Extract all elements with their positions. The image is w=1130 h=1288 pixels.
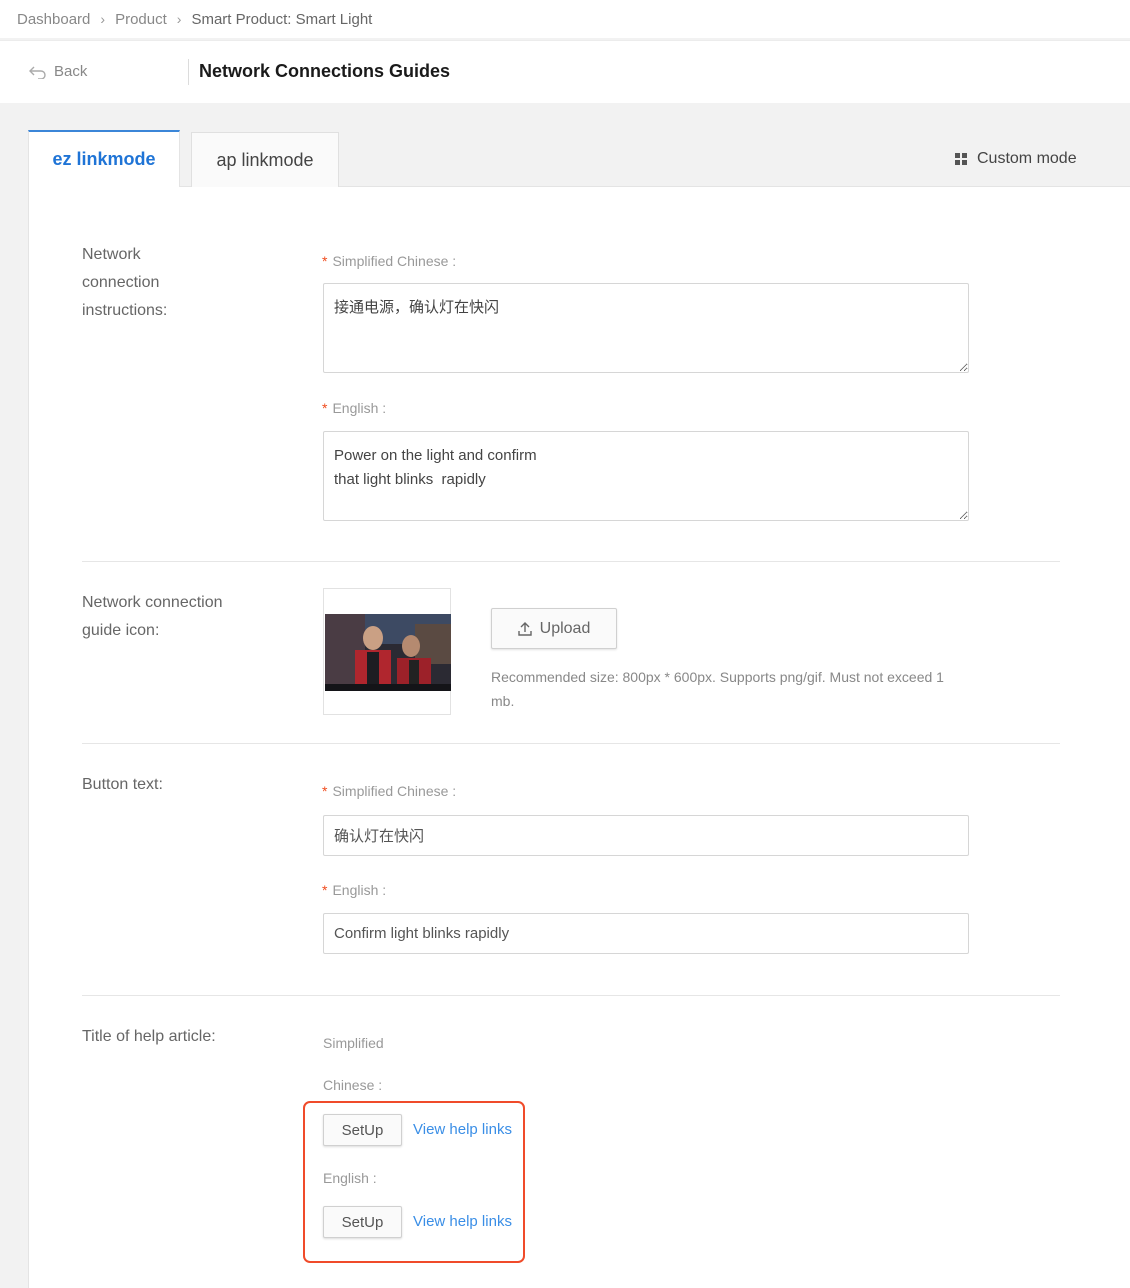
custom-mode-button[interactable]: Custom mode xyxy=(955,150,1077,168)
tab-ez-linkmode[interactable]: ez linkmode xyxy=(28,130,180,187)
breadcrumb-product[interactable]: Product xyxy=(115,11,167,28)
upload-label: Upload xyxy=(539,619,591,637)
page-title: Network Connections Guides xyxy=(199,61,451,81)
button-text-en-label-text: English : xyxy=(332,882,387,898)
button-text-zh-label: * Simplified Chinese : xyxy=(322,783,456,799)
help-en-label: English : xyxy=(323,1170,377,1186)
instructions-zh-label: * Simplified Chinese : xyxy=(322,253,456,269)
header-divider xyxy=(188,59,189,85)
view-help-links-zh[interactable]: View help links xyxy=(413,1121,512,1138)
chevron-right-icon: › xyxy=(100,11,106,27)
upload-icon xyxy=(517,622,532,636)
grid-icon xyxy=(955,152,967,165)
instructions-en-label-text: English : xyxy=(332,400,387,416)
instructions-en-label: * English : xyxy=(322,400,386,416)
chevron-right-icon: › xyxy=(176,11,182,27)
back-button[interactable]: Back xyxy=(28,63,87,80)
page-header: Back Network Connections Guides xyxy=(0,40,1130,103)
custom-mode-label: Custom mode xyxy=(977,150,1077,167)
button-text-en-label: * English : xyxy=(322,882,386,898)
section-divider xyxy=(82,743,1060,744)
upload-hint: Recommended size: 800px * 600px. Support… xyxy=(491,669,944,709)
guide-icon-thumbnail xyxy=(323,588,451,715)
breadcrumb-current: Smart Product: Smart Light xyxy=(191,10,373,28)
setup-button-zh[interactable]: SetUp xyxy=(323,1114,402,1146)
button-text-zh-input[interactable] xyxy=(323,815,969,856)
back-arrow-icon xyxy=(29,66,46,79)
instructions-label: Network connection instructions: xyxy=(82,246,168,319)
button-text-en-input[interactable] xyxy=(323,913,969,954)
instructions-en-textarea[interactable]: Power on the light and confirm that ligh… xyxy=(323,431,969,521)
help-zh-label-line2: Chinese : xyxy=(323,1077,383,1093)
section-divider xyxy=(82,995,1060,996)
guide-icon-label: Network connection guide icon: xyxy=(82,594,223,639)
upload-button[interactable]: Upload xyxy=(491,608,617,649)
setup-button-en[interactable]: SetUp xyxy=(323,1206,402,1238)
instructions-zh-textarea[interactable]: 接通电源，确认灯在快闪 xyxy=(323,283,969,373)
required-asterisk: * xyxy=(322,783,328,799)
section-divider xyxy=(82,561,1060,562)
help-article-label: Title of help article: xyxy=(82,1028,216,1045)
button-text-label: Button text: xyxy=(82,776,163,793)
tab-ap-linkmode[interactable]: ap linkmode xyxy=(191,132,339,187)
instructions-zh-label-text: Simplified Chinese : xyxy=(332,253,457,269)
help-zh-label-line1: Simplified xyxy=(323,1035,384,1051)
required-asterisk: * xyxy=(322,400,328,416)
breadcrumb-dashboard[interactable]: Dashboard xyxy=(17,11,90,28)
required-asterisk: * xyxy=(322,882,328,898)
view-help-links-en[interactable]: View help links xyxy=(413,1213,512,1230)
breadcrumb: Dashboard › Product › Smart Product: Sma… xyxy=(0,0,1130,38)
required-asterisk: * xyxy=(322,253,328,269)
guide-icon-image xyxy=(325,614,451,691)
back-label: Back xyxy=(54,63,88,80)
button-text-zh-label-text: Simplified Chinese : xyxy=(332,783,457,799)
